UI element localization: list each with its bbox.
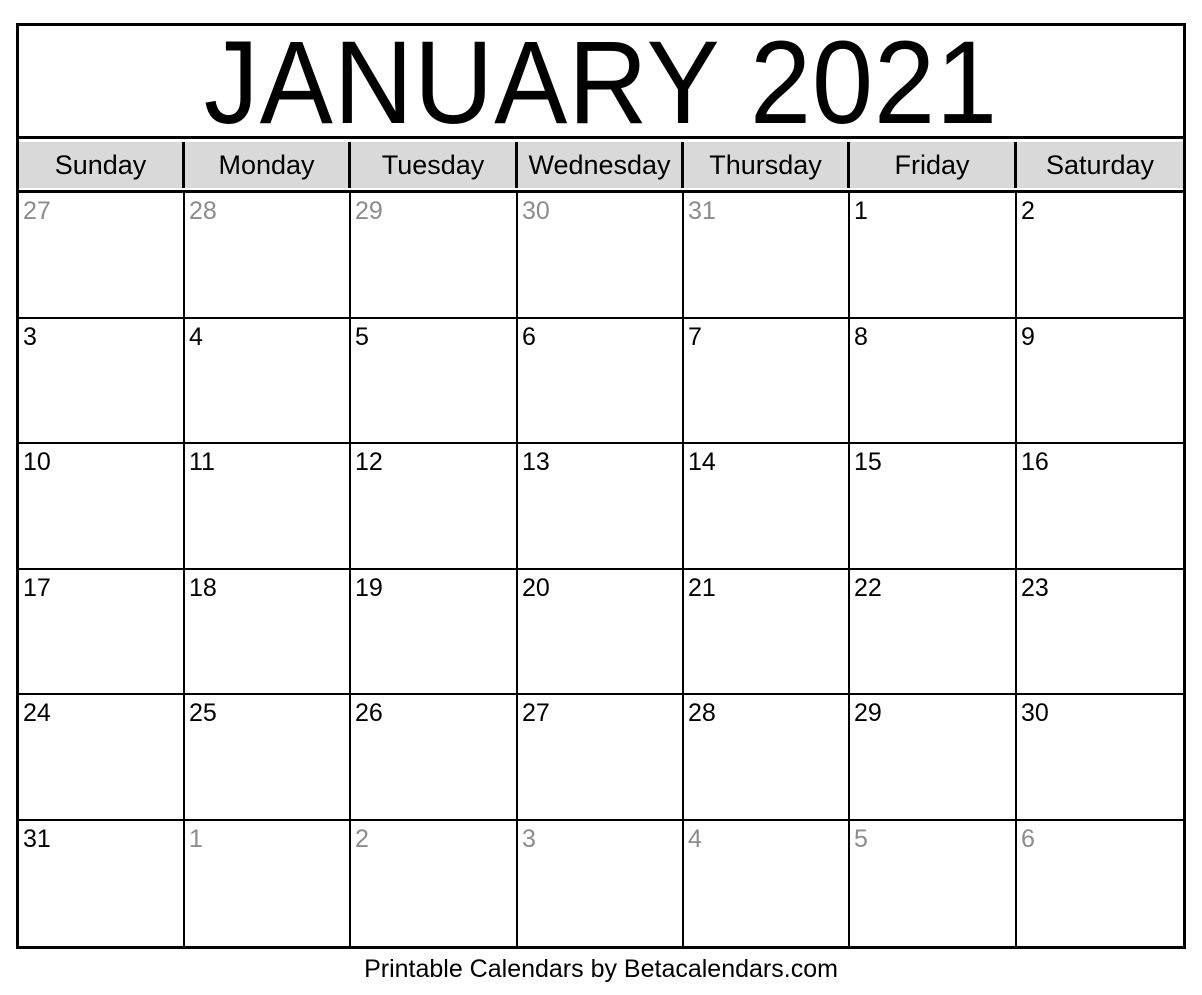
adjacent-month-day-number: 29 bbox=[355, 197, 383, 225]
day-grid: 27 28 29 30 31 1 2 3 4 5 6 7 8 9 10 11 12 13 14 15 16 17 18 19 2… bbox=[19, 193, 1183, 946]
day-cell: 28 bbox=[185, 193, 351, 319]
day-number: 24 bbox=[23, 699, 51, 727]
day-cell: 7 bbox=[684, 318, 850, 444]
day-cell: 6 bbox=[518, 318, 684, 444]
day-number: 5 bbox=[355, 322, 369, 351]
day-cell: 17 bbox=[19, 569, 185, 695]
day-cell: 19 bbox=[351, 569, 518, 695]
adjacent-month-day-number: 1 bbox=[189, 824, 203, 853]
weekday-header-row: Sunday Monday Tuesday Wednesday Thursday… bbox=[19, 139, 1183, 193]
weekday-header: Monday bbox=[185, 142, 351, 188]
day-number: 9 bbox=[1021, 322, 1035, 351]
day-cell: 31 bbox=[684, 193, 850, 319]
day-number: 3 bbox=[23, 322, 37, 351]
day-cell: 24 bbox=[19, 695, 185, 821]
day-number: 13 bbox=[522, 448, 550, 476]
day-cell: 22 bbox=[850, 569, 1017, 695]
day-cell: 31 bbox=[19, 820, 185, 946]
adjacent-month-day-number: 31 bbox=[688, 197, 716, 225]
day-cell: 11 bbox=[185, 444, 351, 570]
day-cell: 9 bbox=[1017, 319, 1183, 444]
day-number: 21 bbox=[688, 573, 716, 602]
day-cell: 1 bbox=[850, 193, 1017, 319]
day-cell: 29 bbox=[351, 193, 518, 319]
day-cell: 20 bbox=[518, 569, 684, 695]
day-number: 8 bbox=[854, 322, 868, 351]
adjacent-month-day-number: 30 bbox=[522, 197, 550, 225]
day-cell: 8 bbox=[850, 318, 1017, 444]
day-cell: 16 bbox=[1017, 444, 1183, 570]
day-number: 16 bbox=[1021, 448, 1049, 476]
day-number: 22 bbox=[854, 573, 882, 602]
day-cell: 3 bbox=[518, 820, 684, 946]
day-cell: 10 bbox=[19, 444, 185, 570]
day-cell: 27 bbox=[518, 695, 684, 821]
day-number: 29 bbox=[854, 699, 882, 727]
adjacent-month-day-number: 2 bbox=[355, 824, 369, 853]
day-cell: 12 bbox=[351, 444, 518, 570]
day-number: 18 bbox=[189, 573, 217, 602]
day-cell: 3 bbox=[19, 318, 185, 444]
adjacent-month-day-number: 3 bbox=[522, 824, 536, 853]
month-year-heading: JANUARY 2021 bbox=[203, 17, 999, 149]
day-cell: 14 bbox=[684, 444, 850, 570]
day-cell: 4 bbox=[185, 318, 351, 444]
day-number: 6 bbox=[522, 322, 536, 351]
day-number: 12 bbox=[355, 448, 383, 476]
day-number: 19 bbox=[355, 573, 383, 602]
day-number: 20 bbox=[522, 573, 550, 602]
day-number: 23 bbox=[1021, 573, 1049, 602]
day-cell: 5 bbox=[850, 820, 1017, 946]
day-number: 11 bbox=[189, 448, 215, 476]
weekday-header: Thursday bbox=[684, 142, 850, 188]
day-cell: 18 bbox=[185, 569, 351, 695]
adjacent-month-day-number: 27 bbox=[23, 197, 51, 225]
day-cell: 28 bbox=[684, 695, 850, 821]
day-number: 15 bbox=[854, 448, 882, 476]
day-cell: 6 bbox=[1017, 821, 1183, 947]
day-number: 14 bbox=[688, 448, 716, 476]
day-cell: 30 bbox=[518, 193, 684, 319]
day-number: 10 bbox=[23, 448, 51, 476]
day-cell: 4 bbox=[684, 820, 850, 946]
adjacent-month-day-number: 6 bbox=[1021, 824, 1035, 853]
day-number: 4 bbox=[189, 322, 203, 351]
day-cell: 21 bbox=[684, 569, 850, 695]
day-number: 7 bbox=[688, 322, 702, 351]
weekday-header: Sunday bbox=[19, 142, 185, 188]
weekday-header: Saturday bbox=[1017, 142, 1183, 188]
day-number: 2 bbox=[1021, 197, 1035, 225]
day-number: 28 bbox=[688, 699, 716, 727]
weekday-header: Wednesday bbox=[518, 142, 684, 188]
day-cell: 25 bbox=[185, 695, 351, 821]
day-cell: 2 bbox=[1017, 193, 1183, 319]
calendar-title: JANUARY 2021 bbox=[19, 17, 1183, 149]
day-number: 1 bbox=[854, 197, 868, 225]
day-cell: 23 bbox=[1017, 570, 1183, 695]
day-cell: 30 bbox=[1017, 695, 1183, 821]
footer-credit: Printable Calendars by Betacalendars.com bbox=[364, 955, 838, 983]
day-cell: 15 bbox=[850, 444, 1017, 570]
day-number: 26 bbox=[355, 699, 383, 727]
day-cell: 26 bbox=[351, 695, 518, 821]
day-number: 25 bbox=[189, 699, 217, 727]
calendar-frame: JANUARY 2021 Sunday Monday Tuesday Wedne… bbox=[16, 23, 1186, 949]
day-cell: 2 bbox=[351, 820, 518, 946]
day-cell: 5 bbox=[351, 318, 518, 444]
adjacent-month-day-number: 5 bbox=[854, 824, 868, 853]
day-number: 27 bbox=[522, 699, 550, 727]
day-number: 30 bbox=[1021, 699, 1049, 727]
day-cell: 27 bbox=[19, 193, 185, 319]
adjacent-month-day-number: 28 bbox=[189, 197, 217, 225]
day-number: 31 bbox=[23, 824, 51, 853]
adjacent-month-day-number: 4 bbox=[688, 824, 702, 853]
weekday-header: Tuesday bbox=[351, 142, 518, 188]
day-cell: 13 bbox=[518, 444, 684, 570]
day-cell: 29 bbox=[850, 695, 1017, 821]
weekday-header: Friday bbox=[850, 142, 1017, 188]
day-cell: 1 bbox=[185, 820, 351, 946]
day-number: 17 bbox=[23, 573, 51, 602]
